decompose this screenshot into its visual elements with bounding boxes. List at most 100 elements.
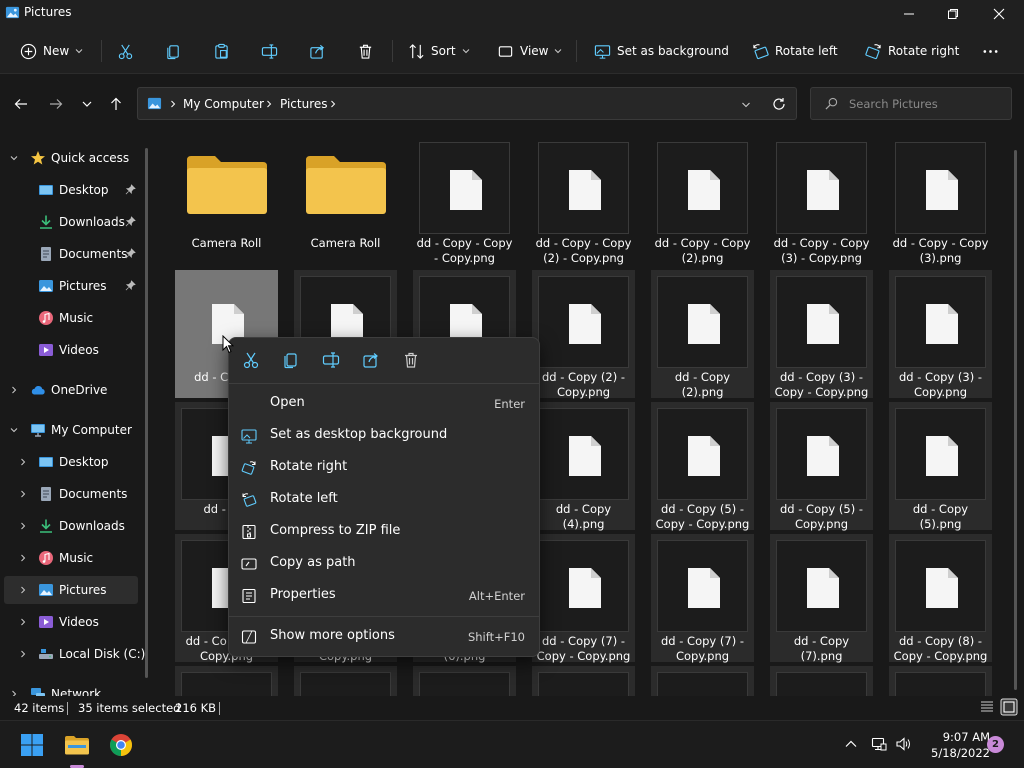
address-history-chevron-icon[interactable]	[741, 100, 751, 110]
chrome-taskbar-button[interactable]	[107, 731, 135, 759]
content-scrollbar[interactable]	[1014, 150, 1017, 690]
sidebar-item-onedrive[interactable]: OneDrive	[4, 376, 138, 404]
file-item-selected[interactable]: dd - Copy (5).png	[889, 402, 992, 531]
file-item-selected[interactable]	[770, 666, 873, 696]
context-rename-button[interactable]	[322, 351, 340, 369]
restore-button[interactable]	[930, 0, 976, 28]
file-item-selected[interactable]: dd - Copy (7) - Copy - Copy.png	[532, 534, 635, 663]
file-explorer-taskbar-button[interactable]	[63, 731, 91, 759]
file-item-selected[interactable]: dd - Copy (7) - Copy.png	[651, 534, 754, 663]
new-button[interactable]: New	[20, 36, 83, 66]
sidebar-item-downloads[interactable]: Downloads	[4, 208, 138, 236]
search-box[interactable]	[810, 87, 1012, 120]
menu-item-set-desktop-background[interactable]: Set as desktop background	[233, 420, 535, 452]
sidebar-item-desktop[interactable]: Desktop	[4, 448, 138, 476]
status-bar: 42 items 35 items selected 216 KB	[0, 696, 1024, 720]
menu-item-copy-as-path[interactable]: Copy as path	[233, 548, 535, 580]
taskbar-clock[interactable]: 9:07 AM 5/18/2022	[918, 729, 990, 761]
sidebar-item-music[interactable]: Music	[4, 544, 138, 572]
sidebar-item-videos[interactable]: Videos	[4, 336, 138, 364]
file-item-selected[interactable]	[889, 666, 992, 696]
context-menu-quick-actions	[229, 338, 539, 384]
sort-button[interactable]: Sort	[408, 36, 470, 66]
file-item-selected[interactable]: dd - Copy (8) - Copy - Copy.png	[889, 534, 992, 663]
file-item-selected[interactable]	[175, 666, 278, 696]
file-item-selected[interactable]: dd - Copy (5) - Copy - Copy.png	[651, 402, 754, 531]
file-item[interactable]: dd - Copy - Copy (3).png	[889, 136, 992, 265]
up-button[interactable]	[106, 94, 126, 114]
menu-item-show-more-options[interactable]: Show more options Shift+F10	[233, 621, 535, 653]
forward-button[interactable]	[46, 94, 66, 114]
file-item-selected[interactable]: dd - Copy (4).png	[532, 402, 635, 531]
share-button[interactable]	[309, 36, 326, 66]
file-item[interactable]: dd - Copy - Copy (3) - Copy.png	[770, 136, 873, 265]
menu-item-open[interactable]: Open Enter	[233, 388, 535, 420]
folder-item[interactable]: Camera Roll	[294, 140, 397, 268]
context-share-button[interactable]	[362, 351, 380, 369]
context-delete-button[interactable]	[402, 351, 420, 369]
file-item-selected[interactable]: dd - Copy (5) - Copy.png	[770, 402, 873, 531]
properties-icon	[241, 588, 257, 604]
notification-badge[interactable]: 2	[987, 736, 1004, 753]
menu-item-properties[interactable]: Properties Alt+Enter	[233, 580, 535, 612]
sidebar-item-videos[interactable]: Videos	[4, 608, 138, 636]
context-cut-button[interactable]	[242, 351, 260, 369]
sidebar-item-pictures[interactable]: Pictures	[4, 272, 138, 300]
file-item-selected[interactable]	[532, 666, 635, 696]
details-view-button[interactable]	[978, 698, 996, 716]
set-as-background-button[interactable]: Set as background	[594, 36, 729, 66]
show-hidden-icons-button[interactable]	[843, 736, 859, 752]
file-item-selected[interactable]: dd - Copy (7).png	[770, 534, 873, 663]
more-options-icon	[241, 629, 257, 645]
sidebar-item-network[interactable]: Network	[4, 680, 138, 696]
back-button[interactable]	[11, 94, 31, 114]
sidebar-item-documents[interactable]: Documents	[4, 240, 138, 268]
file-item-selected[interactable]	[651, 666, 754, 696]
network-tray-button[interactable]	[871, 736, 887, 752]
sidebar-item-local-disk[interactable]: Local Disk (C:)	[4, 640, 145, 668]
file-item[interactable]: dd - Copy - Copy (2) - Copy.png	[532, 136, 635, 265]
address-bar[interactable]: My Computer Pictures	[137, 87, 797, 120]
delete-button[interactable]	[357, 36, 374, 66]
close-button[interactable]	[976, 0, 1022, 28]
file-item-selected[interactable]: dd - Copy (3) - Copy - Copy.png	[770, 270, 873, 399]
copy-button[interactable]	[165, 36, 182, 66]
start-button[interactable]	[18, 731, 46, 759]
sidebar-item-my-computer[interactable]: My Computer	[4, 416, 138, 444]
more-options-button[interactable]	[982, 36, 999, 66]
rotate-right-button[interactable]: Rotate right	[865, 36, 959, 66]
sidebar-item-pictures-selected[interactable]: Pictures	[4, 576, 138, 604]
file-item-selected[interactable]: dd - Copy (3) - Copy.png	[889, 270, 992, 399]
rename-button[interactable]	[261, 36, 278, 66]
breadcrumb-pictures[interactable]: Pictures	[280, 97, 328, 111]
sidebar-item-music[interactable]: Music	[4, 304, 138, 332]
menu-item-rotate-right[interactable]: Rotate right	[233, 452, 535, 484]
sidebar-item-documents[interactable]: Documents	[4, 480, 138, 508]
recent-locations-button[interactable]	[77, 94, 97, 114]
folder-item[interactable]: Camera Roll	[175, 140, 278, 268]
minimize-button[interactable]	[886, 0, 932, 28]
file-item[interactable]: dd - Copy - Copy - Copy.png	[413, 136, 516, 265]
breadcrumb-my-computer[interactable]: My Computer	[183, 97, 264, 111]
menu-item-rotate-left[interactable]: Rotate left	[233, 484, 535, 516]
view-button[interactable]: View	[497, 36, 562, 66]
file-item-selected[interactable]: dd - Copy (2) - Copy.png	[532, 270, 635, 399]
file-name: dd - Copy (5) - Copy.png	[780, 502, 863, 531]
sidebar-item-downloads[interactable]: Downloads	[4, 512, 138, 540]
refresh-icon[interactable]	[772, 97, 786, 111]
file-item-selected[interactable]	[413, 666, 516, 696]
volume-tray-button[interactable]	[895, 736, 911, 752]
restore-icon	[948, 9, 958, 19]
file-item-selected[interactable]: dd - Copy (2).png	[651, 270, 754, 399]
large-icons-view-button[interactable]	[1000, 698, 1018, 716]
search-input[interactable]	[849, 95, 1004, 113]
paste-button[interactable]	[213, 36, 230, 66]
context-copy-button[interactable]	[282, 351, 300, 369]
file-item[interactable]: dd - Copy - Copy (2).png	[651, 136, 754, 265]
file-item-selected[interactable]	[294, 666, 397, 696]
cut-button[interactable]	[117, 36, 134, 66]
sidebar-item-quick-access[interactable]: Quick access	[4, 144, 138, 172]
sidebar-item-desktop[interactable]: Desktop	[4, 176, 138, 204]
menu-item-compress-zip[interactable]: Compress to ZIP file	[233, 516, 535, 548]
rotate-left-button[interactable]: Rotate left	[752, 36, 838, 66]
